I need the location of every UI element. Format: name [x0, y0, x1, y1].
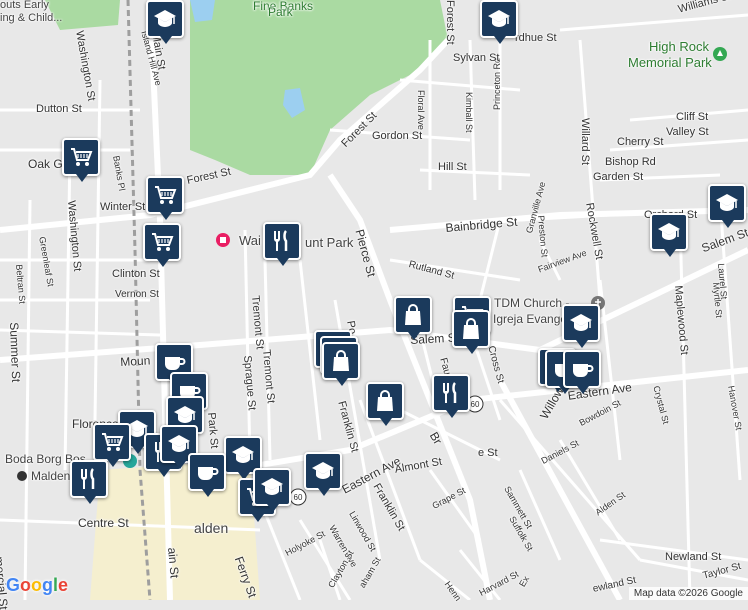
map-label: Valley St [666, 126, 709, 138]
route-shield-label: 60 [471, 400, 480, 409]
station-marker-icon [17, 471, 27, 481]
school-icon [716, 194, 738, 211]
map-canvas[interactable]: 60 60 [0, 0, 748, 600]
map-label: Centre St [78, 516, 129, 530]
school-icon [261, 478, 283, 495]
school-marker[interactable] [708, 184, 746, 228]
google-logo: Google [6, 575, 69, 595]
map-label: Winter St [100, 201, 146, 213]
shopping-marker[interactable] [322, 342, 360, 386]
shopping-marker[interactable] [394, 296, 432, 340]
map-label: e St [478, 447, 498, 459]
fork-knife-icon [443, 382, 457, 403]
grocery-marker[interactable] [143, 223, 181, 267]
restaurant-marker[interactable] [70, 460, 108, 504]
coffee-cup-icon [165, 357, 186, 370]
school-icon [174, 406, 196, 423]
coffee-cup-icon [573, 364, 594, 377]
map-label: Summer St [7, 321, 24, 383]
school-icon [232, 446, 254, 463]
shopping-marker[interactable] [452, 310, 490, 354]
school-marker[interactable] [146, 0, 184, 44]
park-marker-icon [713, 47, 727, 61]
map-label: Clinton St [112, 268, 160, 280]
map-label: rdhue St [515, 32, 557, 44]
school-icon [658, 223, 680, 240]
map-attribution[interactable]: Map data ©2026 Google [628, 587, 748, 600]
route-shield: 60 [289, 488, 307, 506]
school-marker[interactable] [650, 213, 688, 257]
map-label: Igreja Evange [493, 312, 568, 326]
map-label: unt Park [305, 235, 354, 250]
bag-icon [463, 318, 479, 339]
museum-marker-icon [216, 233, 230, 247]
school-marker[interactable] [562, 304, 600, 348]
cart-icon [152, 233, 174, 251]
route-shield-label: 60 [294, 493, 303, 502]
school-icon [168, 435, 190, 452]
map-label: TDM Church - [494, 296, 570, 310]
cart-icon [155, 186, 177, 204]
grocery-marker[interactable] [93, 423, 131, 467]
map-label: ing & Child... [0, 12, 63, 24]
map-label: Kimball St [464, 92, 474, 133]
map-label: ain St [165, 546, 182, 579]
grocery-marker[interactable] [146, 176, 184, 220]
map-label: Bishop Rd [605, 156, 656, 168]
map-label: Forest St [444, 0, 456, 45]
map-label: Newland St [665, 551, 722, 563]
map-label: Willard St [579, 118, 591, 166]
cafe-marker[interactable] [188, 453, 226, 497]
map-label: High Rock [649, 39, 709, 54]
map-label: Cherry St [617, 136, 664, 148]
school-icon [570, 314, 592, 331]
map-label: Laurel St [716, 262, 730, 300]
grocery-marker[interactable] [62, 138, 100, 182]
school-icon [154, 10, 176, 27]
map-label: Oak G [28, 157, 63, 171]
map-label: Memorial Park [628, 55, 712, 70]
bag-icon [377, 390, 393, 411]
school-marker[interactable] [304, 452, 342, 496]
map-label: Sylvan St [453, 52, 500, 64]
restaurant-marker[interactable] [432, 374, 470, 418]
map-label: Park [268, 5, 293, 19]
map-label: outs Early [0, 0, 49, 11]
map-label: Floral Ave [416, 90, 426, 130]
shopping-marker[interactable] [366, 382, 404, 426]
bag-icon [333, 350, 349, 371]
school-marker[interactable] [253, 468, 291, 512]
map-label: Hill St [438, 161, 467, 173]
fork-knife-icon [274, 230, 288, 251]
school-marker[interactable] [480, 0, 518, 44]
map-label: alden [194, 520, 229, 536]
map-label: Gordon St [372, 130, 423, 142]
map-label: Moun [119, 353, 151, 369]
cart-icon [71, 148, 93, 166]
school-icon [488, 10, 510, 27]
map-label: Park St [205, 411, 221, 449]
cafe-marker[interactable] [563, 350, 601, 394]
map-label: Cliff St [676, 111, 709, 123]
map-label: Princeton Rd [492, 57, 502, 110]
map-label: Dutton St [36, 103, 82, 115]
coffee-cup-icon [198, 467, 219, 480]
school-icon [312, 462, 334, 479]
map-label: Wai [239, 233, 261, 248]
fork-knife-icon [81, 468, 95, 489]
map-label: Malden [31, 469, 71, 483]
map-label: Garden St [593, 171, 644, 183]
bag-icon [405, 304, 421, 325]
restaurant-marker[interactable] [263, 222, 301, 266]
cart-icon [102, 433, 124, 451]
map-label: Vernon St [115, 289, 159, 300]
